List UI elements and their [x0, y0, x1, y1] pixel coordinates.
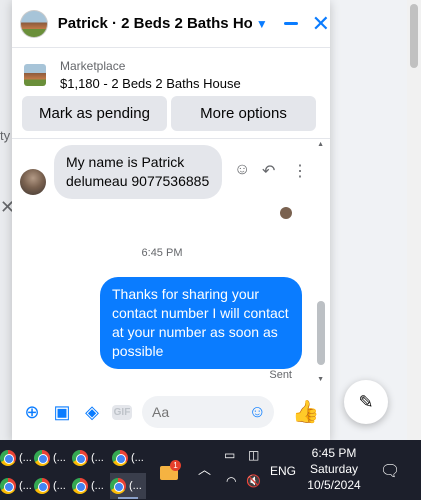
clock-date: 10/5/2024: [307, 478, 361, 492]
chat-window: Patrick · 2 Beds 2 Baths Ho... ▼ ✕ Marke…: [12, 0, 330, 440]
message-composer: ⊕ ▣ ◈ GIF ☺ 👍: [12, 390, 330, 434]
more-vertical-icon[interactable]: ⋮: [292, 161, 308, 181]
taskbar-button-label: (...: [53, 452, 66, 464]
listing-description: $1,180 - 2 Beds 2 Baths House: [60, 76, 241, 91]
chat-header[interactable]: Patrick · 2 Beds 2 Baths Ho... ▼ ✕: [12, 0, 330, 48]
background-strip: [0, 0, 12, 440]
emoji-react-icon[interactable]: ☺: [234, 161, 250, 179]
chrome-icon: [34, 478, 50, 494]
taskbar-chrome-button[interactable]: (...: [34, 473, 70, 499]
taskbar-chrome-button-active[interactable]: (...: [110, 473, 146, 499]
scroll-up-icon[interactable]: ▲: [317, 141, 324, 148]
taskbar-button-label: (...: [19, 480, 32, 492]
chevron-down-icon[interactable]: ▼: [256, 17, 268, 31]
taskbar-button-label: (...: [129, 480, 142, 492]
system-clock[interactable]: 6:45 PM Saturday 10/5/2024: [300, 445, 368, 493]
listing-info[interactable]: Marketplace $1,180 - 2 Beds 2 Baths Hous…: [12, 56, 330, 94]
seen-avatar: [280, 207, 292, 219]
taskbar-chrome-button[interactable]: (...: [112, 445, 148, 471]
chrome-icon: [72, 450, 88, 466]
emoji-icon[interactable]: ☺: [249, 402, 266, 422]
mark-as-pending-button[interactable]: Mark as pending: [22, 96, 167, 131]
photo-icon[interactable]: ▣: [52, 402, 72, 423]
thread-scrollbar[interactable]: ▲ ▼: [316, 141, 326, 383]
chrome-icon: [34, 450, 50, 466]
close-icon[interactable]: ✕: [312, 12, 330, 35]
page-scrollbar-thumb[interactable]: [410, 4, 418, 68]
taskbar-button-label: (...: [53, 480, 66, 492]
chrome-icon: [0, 478, 16, 494]
taskbar-button-label: (...: [91, 480, 104, 492]
listing-avatar[interactable]: [20, 9, 48, 38]
chevron-up-icon[interactable]: ︿: [198, 459, 211, 478]
chrome-icon: [0, 450, 16, 466]
gif-icon[interactable]: GIF: [112, 404, 132, 420]
clock-time: 6:45 PM: [311, 446, 357, 460]
listing-actions: Mark as pending More options: [12, 96, 330, 132]
taskbar-chrome-button[interactable]: (...: [0, 473, 36, 499]
listing-category: Marketplace: [60, 59, 126, 73]
outgoing-message[interactable]: Thanks for sharing your contact number I…: [100, 277, 302, 369]
message-thread: My name is Patrick delumeau 9077536885 ☺…: [12, 138, 330, 384]
thread-scrollbar-thumb[interactable]: [317, 301, 325, 365]
clock-day: Saturday: [309, 462, 359, 476]
background-partial-text: ty: [0, 128, 11, 143]
volume-muted-icon[interactable]: 🔇: [246, 474, 261, 488]
listing-thumbnail[interactable]: [24, 64, 46, 86]
taskbar-button-label: (...: [91, 452, 104, 464]
thumbs-up-icon[interactable]: 👍: [292, 399, 319, 425]
taskbar-chrome-button[interactable]: (...: [0, 445, 36, 471]
message-input-wrapper[interactable]: ☺: [142, 396, 274, 428]
battery-icon[interactable]: ▭: [224, 448, 235, 462]
page-scrollbar[interactable]: [407, 0, 421, 440]
sticker-icon[interactable]: ◈: [82, 402, 102, 423]
wifi-icon[interactable]: ◠: [226, 474, 236, 488]
message-input[interactable]: [152, 404, 252, 420]
camera-icon[interactable]: ◫: [248, 448, 259, 462]
more-options-button[interactable]: More options: [171, 96, 316, 131]
scroll-down-icon[interactable]: ▼: [317, 376, 324, 383]
new-message-button[interactable]: ✎: [344, 380, 388, 424]
taskbar-chrome-button[interactable]: (...: [72, 445, 108, 471]
sender-avatar[interactable]: [20, 169, 46, 195]
listing-text: Marketplace $1,180 - 2 Beds 2 Baths Hous…: [60, 59, 241, 91]
plus-circle-icon[interactable]: ⊕: [22, 402, 42, 423]
language-indicator[interactable]: ENG: [270, 464, 296, 478]
reply-icon[interactable]: ↶: [262, 161, 275, 181]
chat-title[interactable]: Patrick · 2 Beds 2 Baths Ho...: [58, 15, 252, 32]
incoming-message[interactable]: My name is Patrick delumeau 9077536885: [54, 145, 222, 199]
active-indicator: [118, 497, 138, 499]
notification-center-icon[interactable]: 🗨: [380, 461, 400, 481]
taskbar-button-label: (...: [19, 452, 32, 464]
compose-icon: ✎: [358, 391, 374, 412]
minimize-icon[interactable]: [283, 22, 298, 25]
message-timestamp: 6:45 PM: [141, 247, 183, 259]
taskbar-button-label: (...: [131, 452, 144, 464]
chrome-icon: [72, 478, 88, 494]
taskbar-chrome-button[interactable]: (...: [34, 445, 70, 471]
notification-badge: 1: [170, 460, 181, 471]
taskbar-chrome-button[interactable]: (...: [72, 473, 108, 499]
chrome-icon: [112, 450, 128, 466]
message-status: Sent: [269, 369, 292, 381]
chrome-icon: [110, 478, 126, 494]
taskbar-app-button[interactable]: 1: [158, 460, 181, 480]
